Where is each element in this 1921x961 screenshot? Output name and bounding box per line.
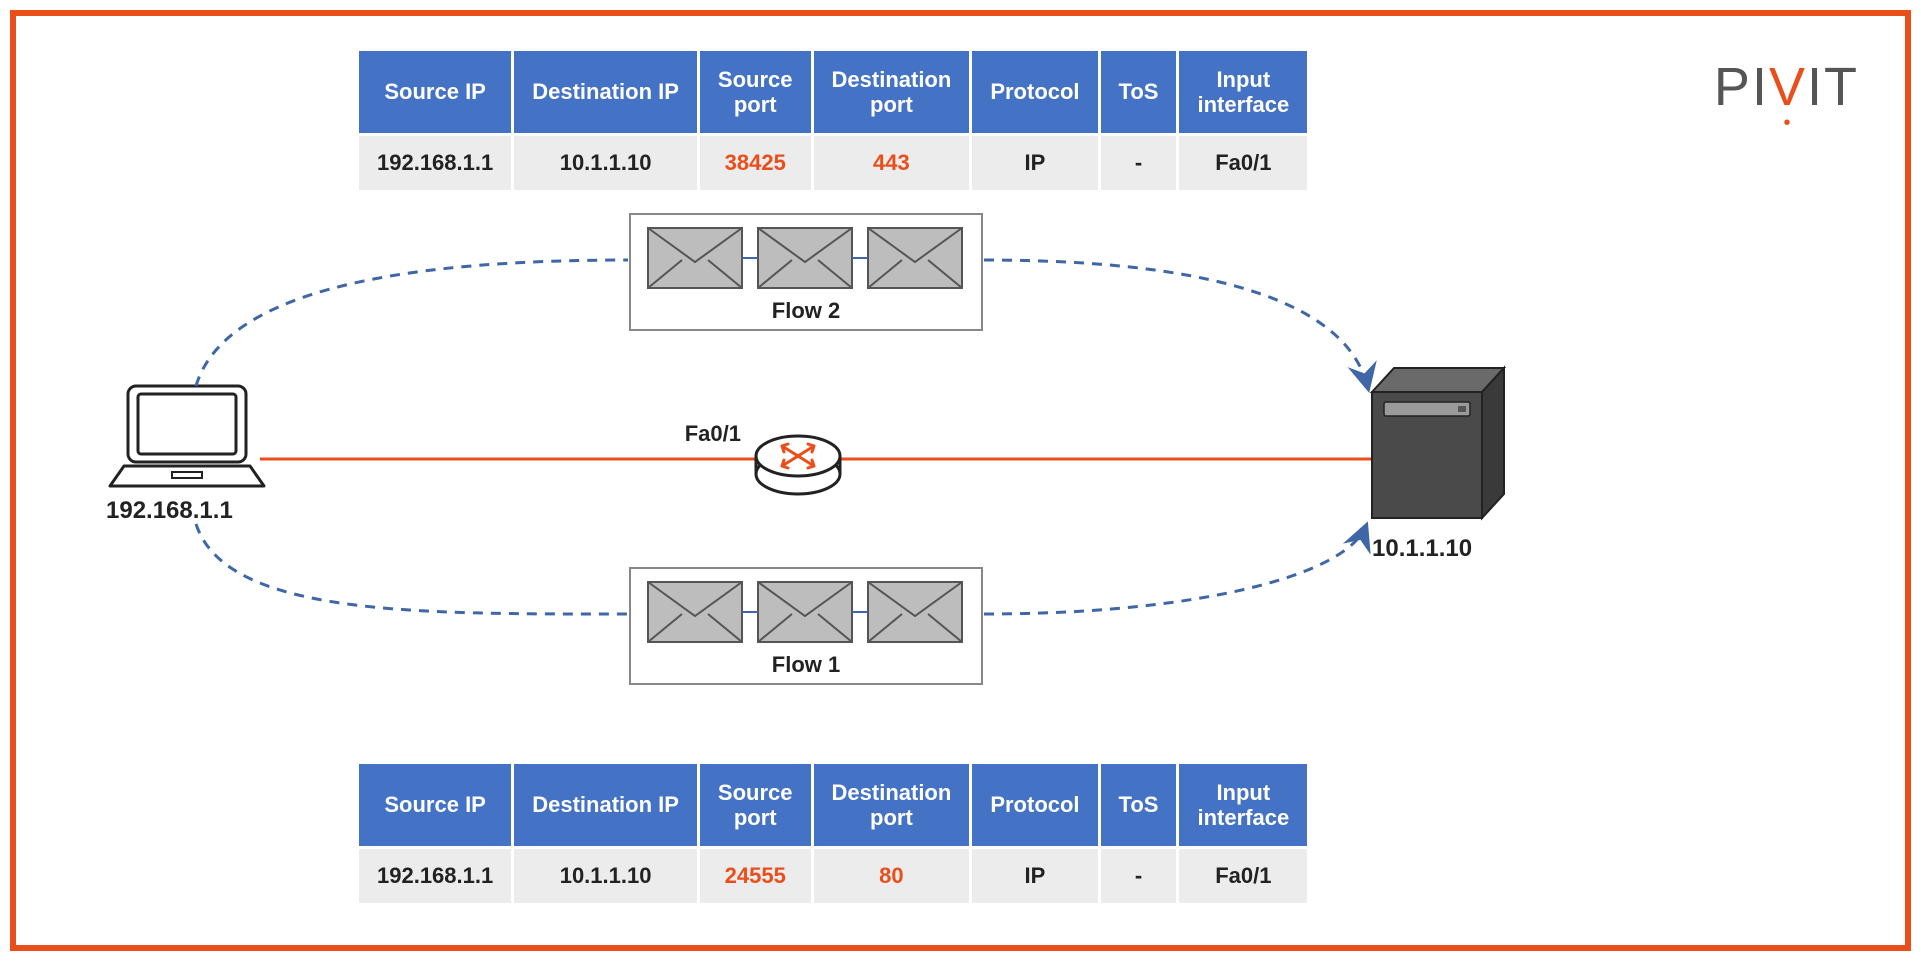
- flow1-label: Flow 1: [772, 652, 840, 677]
- flow1-box: Flow 1: [630, 568, 982, 684]
- flow1-path-left: [196, 524, 628, 614]
- network-canvas: Fa0/1 192.168.1.1 10.1.1.10: [16, 16, 1905, 945]
- flow2-path-right: [984, 260, 1368, 388]
- laptop-ip-label: 192.168.1.1: [106, 497, 233, 524]
- router-icon: [756, 436, 840, 494]
- flow1-path-right: [984, 526, 1366, 614]
- flow2-label: Flow 2: [772, 298, 840, 323]
- server-ip-label: 10.1.1.10: [1372, 535, 1472, 562]
- server-icon: [1372, 368, 1504, 518]
- diagram-frame: PIV•IT Source IP Destination IP Sourcepo…: [10, 10, 1911, 951]
- iface-label: Fa0/1: [685, 421, 741, 446]
- flow2-box: Flow 2: [630, 214, 982, 330]
- flow2-path-left: [196, 260, 628, 386]
- laptop-icon: [110, 386, 264, 486]
